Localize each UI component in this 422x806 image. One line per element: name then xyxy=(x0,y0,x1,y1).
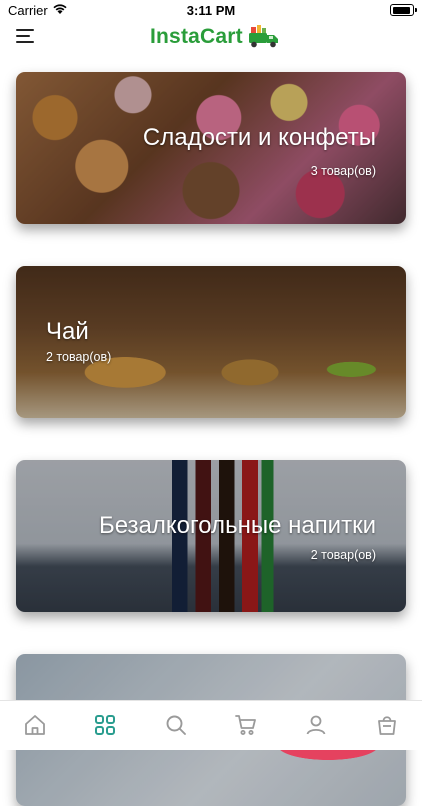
category-card-sweets[interactable]: Сладости и конфеты 3 товар(ов) xyxy=(16,72,406,224)
tab-profile[interactable] xyxy=(301,713,331,739)
cart-icon xyxy=(235,715,257,735)
tab-catalog[interactable] xyxy=(90,713,120,739)
category-title: Сладости и конфеты xyxy=(142,124,376,151)
nav-bar: InstaCart xyxy=(0,22,422,52)
status-bar: Carrier 3:11 PM xyxy=(0,0,422,22)
tab-search[interactable] xyxy=(161,713,191,739)
category-count: 2 товар(ов) xyxy=(310,548,376,562)
category-card-tea[interactable]: Чай 2 товар(ов) xyxy=(16,266,406,418)
bag-icon xyxy=(377,716,396,735)
category-title: Безалкогольные напитки xyxy=(98,512,376,539)
truck-icon xyxy=(248,25,278,48)
user-icon xyxy=(307,715,326,735)
tab-bar xyxy=(0,700,422,750)
menu-icon[interactable] xyxy=(16,28,36,44)
tab-cart[interactable] xyxy=(231,713,261,739)
app-logo: InstaCart xyxy=(150,22,281,52)
category-card-drinks[interactable]: Безалкогольные напитки 2 товар(ов) xyxy=(16,460,406,612)
search-icon xyxy=(166,715,186,735)
tab-orders[interactable] xyxy=(372,713,402,739)
tab-home[interactable] xyxy=(20,713,50,739)
category-count: 2 товар(ов) xyxy=(46,350,112,364)
status-time: 3:11 PM xyxy=(186,3,236,18)
logo-text: InstaCart xyxy=(150,25,243,48)
home-icon xyxy=(25,715,46,735)
battery-icon xyxy=(390,4,417,16)
category-count: 3 товар(ов) xyxy=(310,164,376,178)
category-title: Чай xyxy=(46,318,89,345)
grid-icon xyxy=(95,715,116,735)
